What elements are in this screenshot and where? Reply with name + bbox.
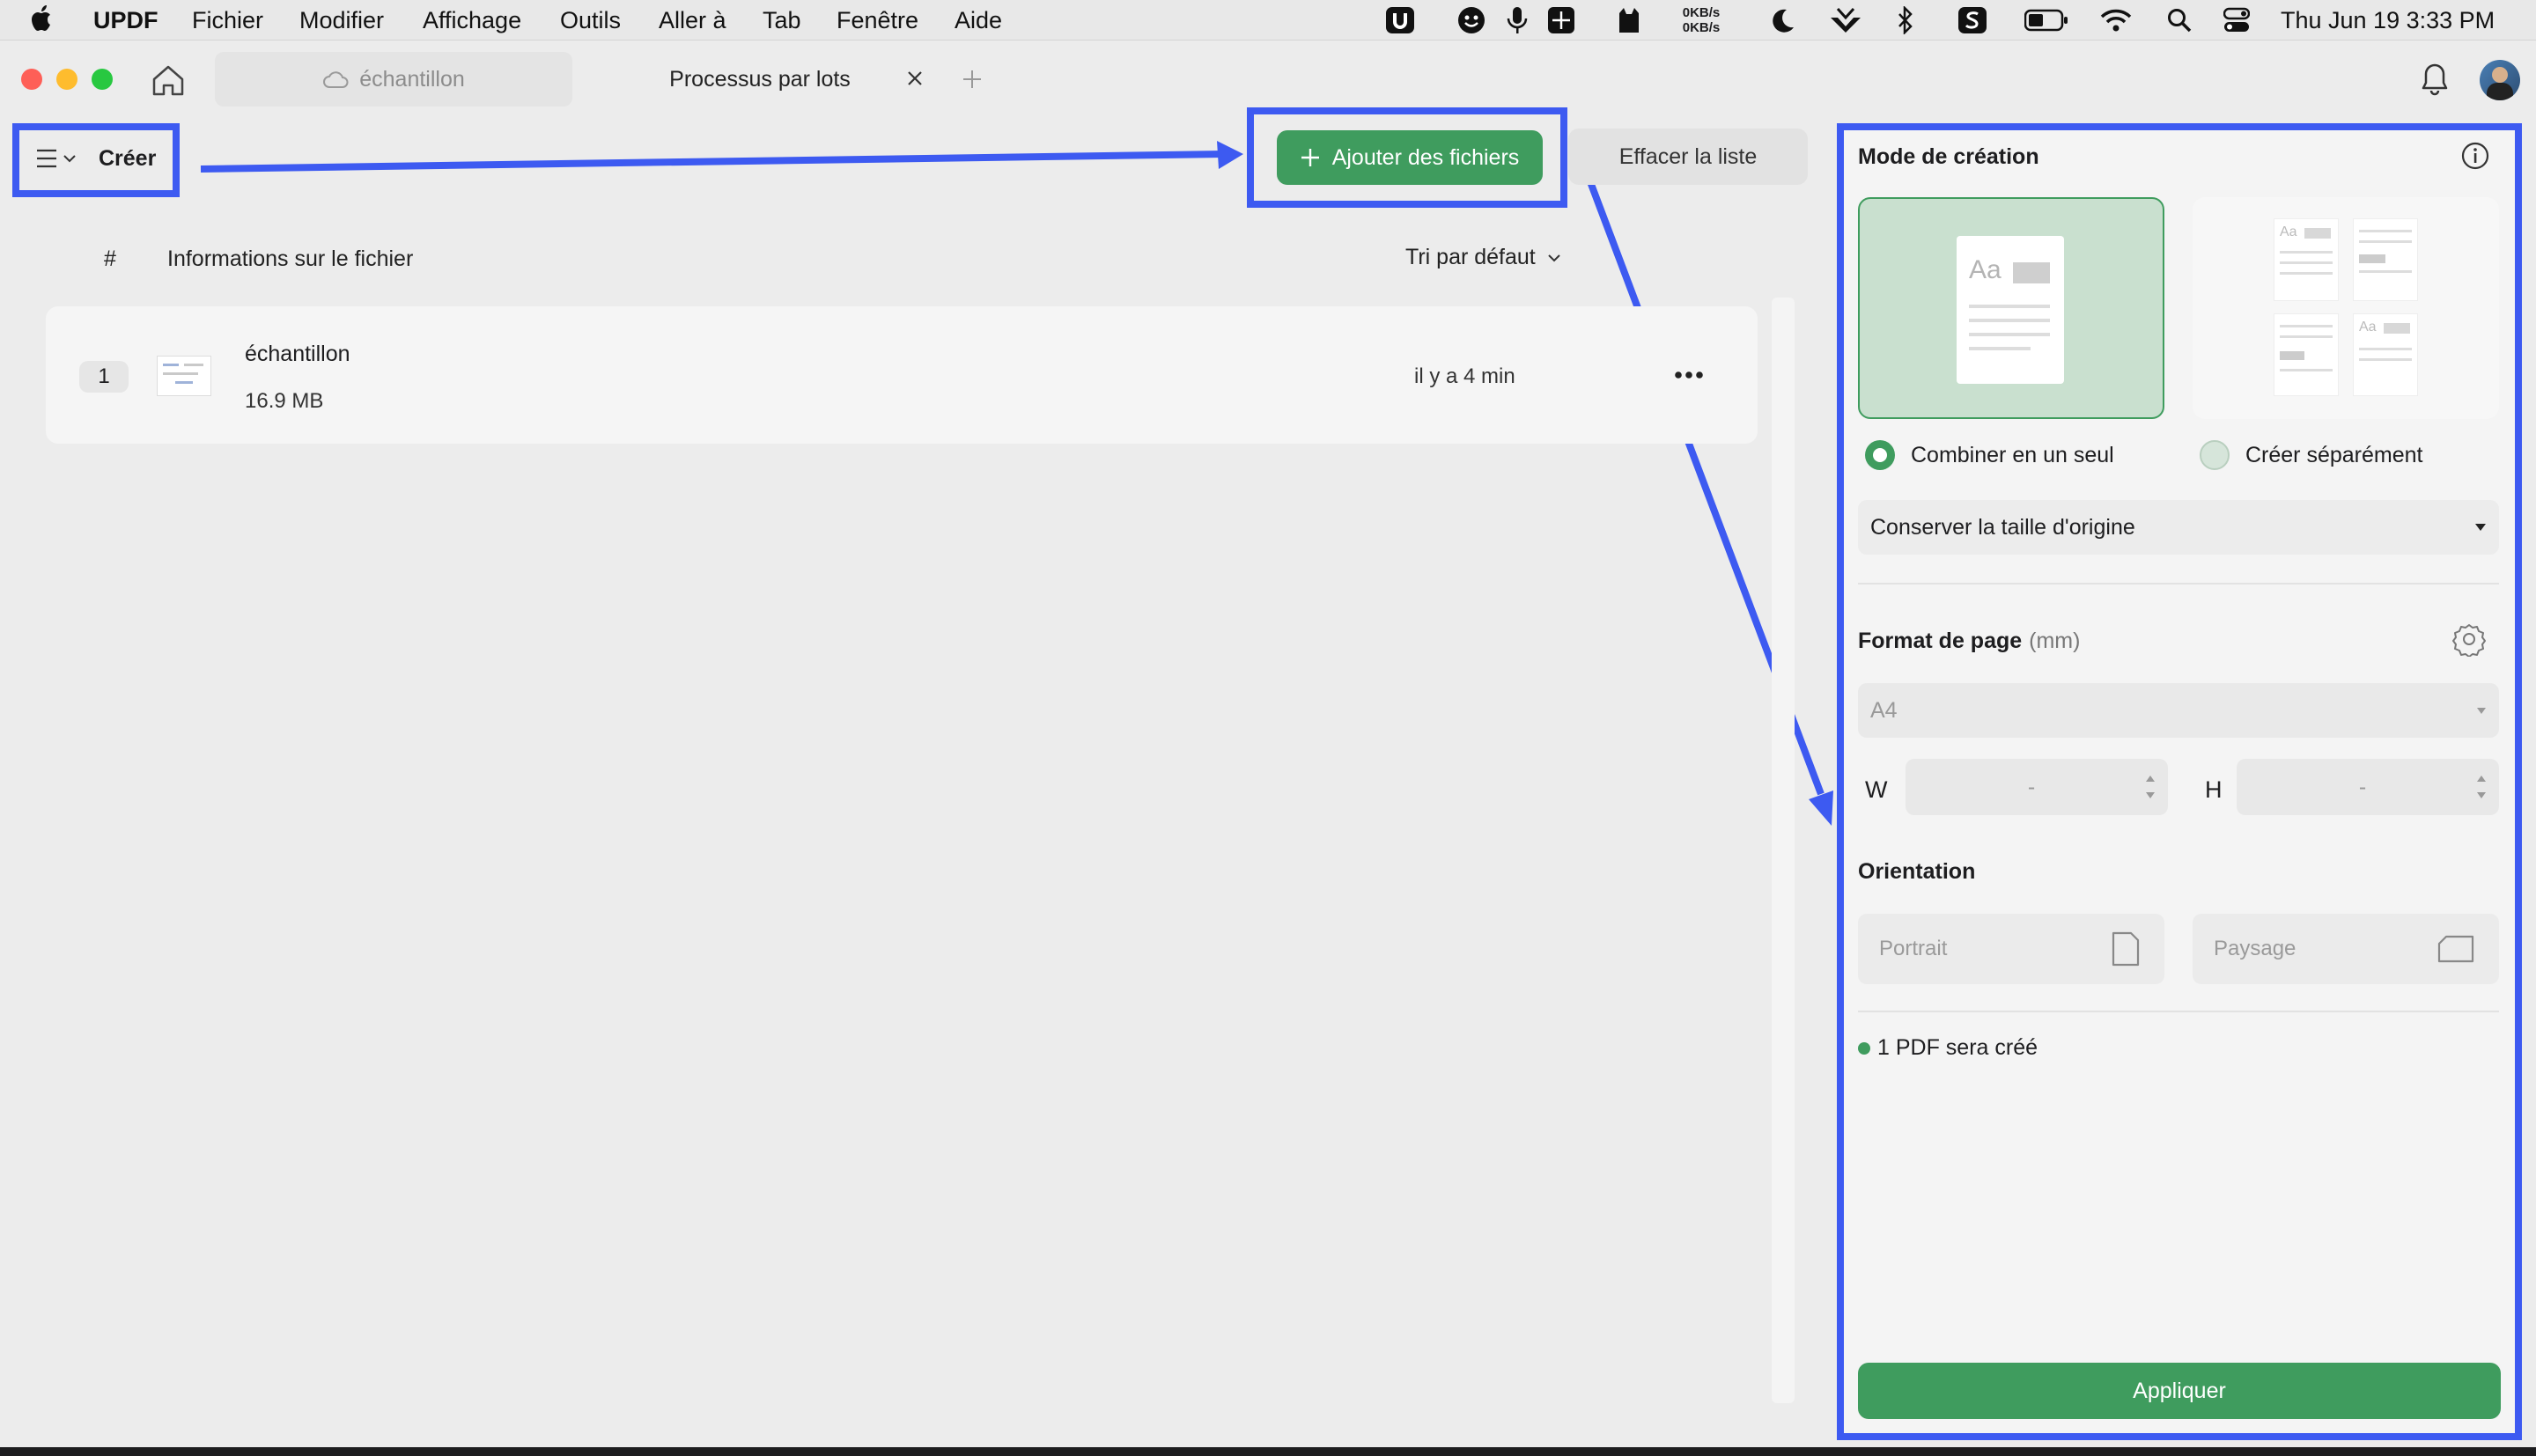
add-files-label: Ajouter des fichiers	[1331, 144, 1520, 170]
clear-list-label: Effacer la liste	[1618, 143, 1758, 169]
list-scrollbar[interactable]	[1772, 298, 1795, 1403]
annotation-box-panel	[1837, 123, 2522, 1440]
plus-icon	[1301, 149, 1319, 166]
add-files-button[interactable]: Ajouter des fichiers	[1277, 130, 1543, 185]
file-modified: il y a 4 min	[1414, 364, 1515, 388]
row-index: 1	[79, 361, 129, 393]
more-options-icon[interactable]	[1671, 368, 1707, 386]
file-row[interactable]: 1 échantillon 16.9 MB il y a 4 min	[46, 306, 1758, 444]
chevron-down-icon	[1548, 254, 1560, 261]
file-thumbnail	[157, 356, 211, 396]
column-header-info: Informations sur le fichier	[167, 246, 414, 271]
file-name: échantillon	[245, 342, 350, 366]
clear-list-button[interactable]: Effacer la liste	[1568, 129, 1808, 185]
window-bottom-edge	[0, 1447, 2536, 1456]
sort-label: Tri par défaut	[1405, 245, 1536, 269]
sort-dropdown[interactable]: Tri par défaut	[1405, 245, 1560, 270]
column-header-number: #	[104, 246, 116, 271]
file-size: 16.9 MB	[245, 389, 324, 413]
